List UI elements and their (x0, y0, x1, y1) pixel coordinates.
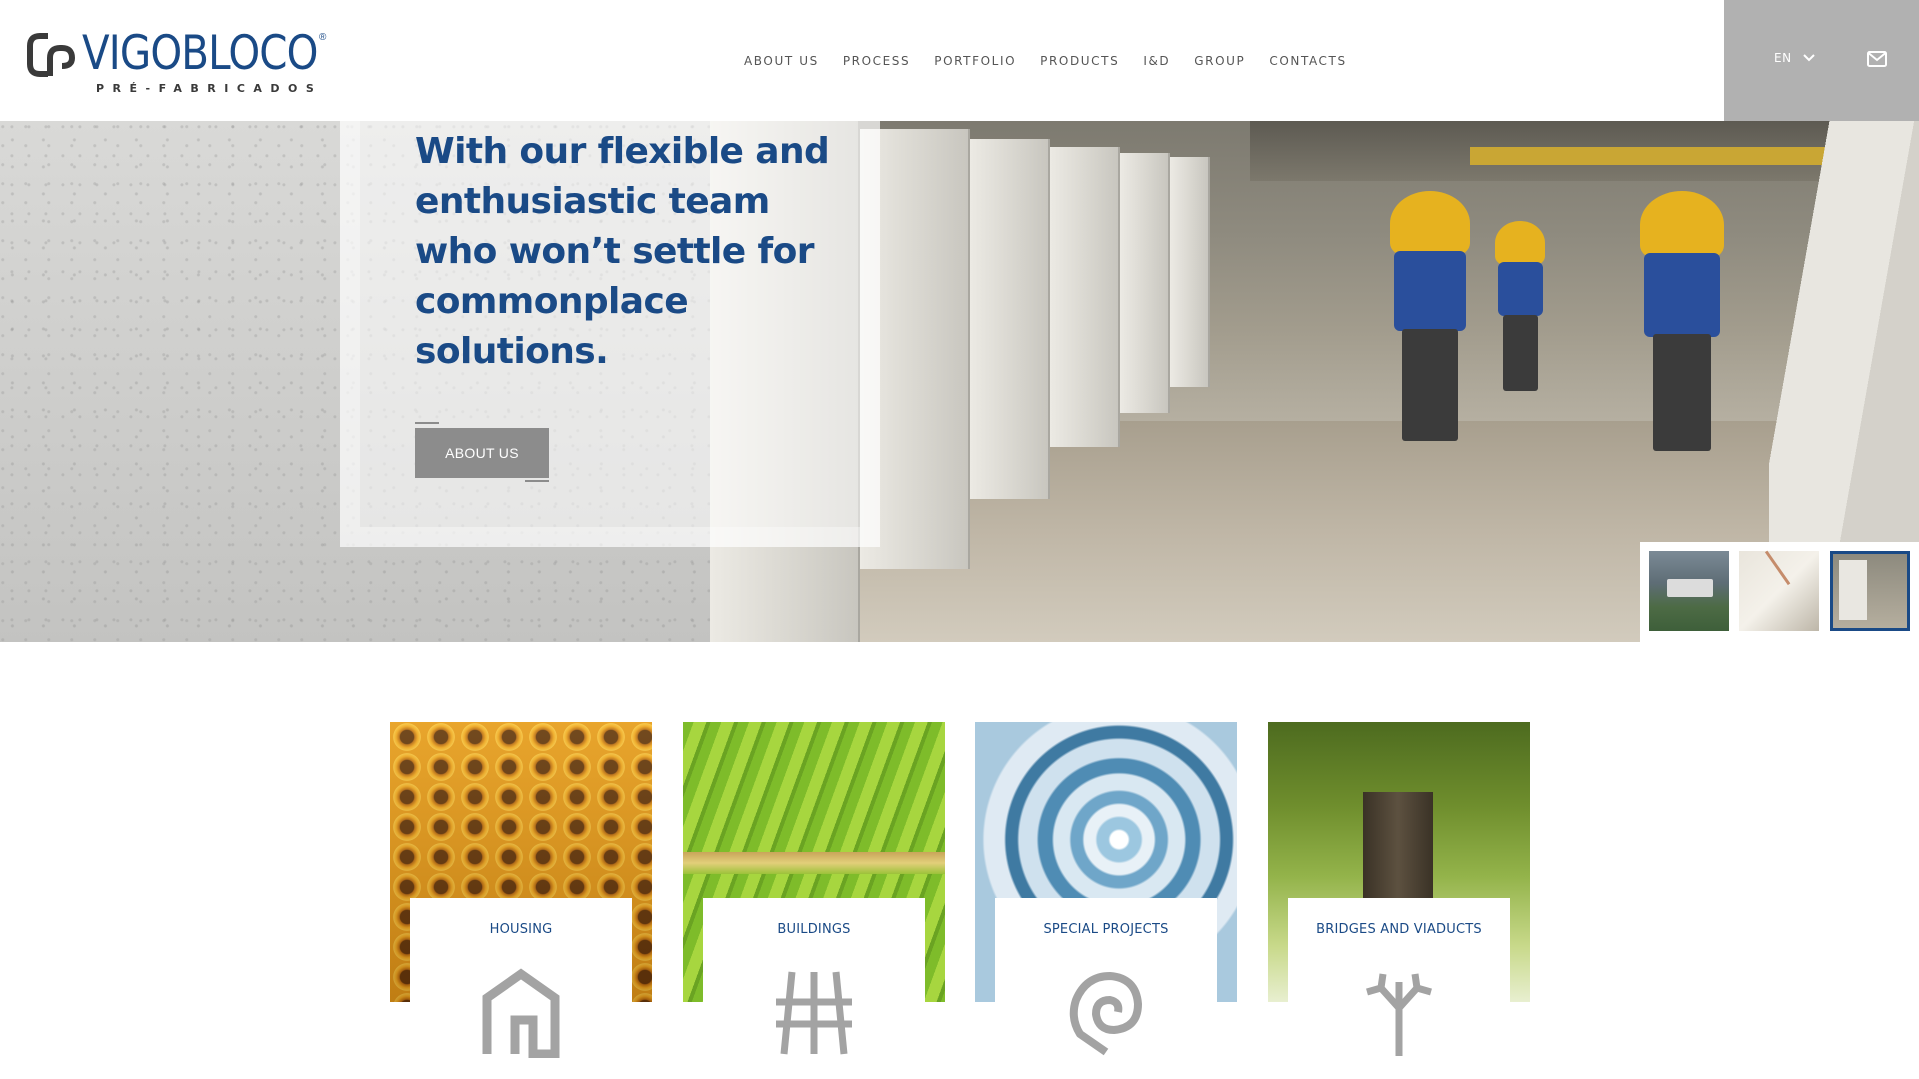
language-selector[interactable]: EN (1774, 51, 1816, 65)
hero-title: With our flexible and enthusiastic team … (415, 131, 830, 372)
vigobloco-logo[interactable]: VIGOBLOCO ® PRÉ-FABRICADOS (26, 26, 336, 96)
category-card-box: BUILDINGS (703, 898, 925, 1079)
nav-item-group[interactable]: GROUP (1194, 54, 1245, 68)
category-label: BRIDGES AND VIADUCTS (1316, 922, 1482, 937)
buildings-icon (776, 971, 852, 1055)
slide-thumbnail-3-active[interactable] (1830, 551, 1910, 631)
site-header: VIGOBLOCO ® PRÉ-FABRICADOS ABOUT US PROC… (0, 0, 1919, 121)
slide-thumbnails (1640, 542, 1919, 642)
nav-item-about-us[interactable]: ABOUT US (744, 54, 819, 68)
worker-figure (1495, 221, 1545, 391)
nav-item-contacts[interactable]: CONTACTS (1269, 54, 1346, 68)
about-us-button[interactable]: ABOUT US (415, 428, 549, 478)
category-label: SPECIAL PROJECTS (1043, 922, 1169, 937)
button-corner-accent (415, 422, 439, 424)
logo-tagline: PRÉ-FABRICADOS (96, 82, 323, 95)
language-label: EN (1774, 51, 1792, 65)
envelope-icon[interactable] (1867, 51, 1887, 67)
category-card-bridges-and-viaducts[interactable]: BRIDGES AND VIADUCTS (1268, 722, 1530, 1079)
chevron-down-icon (1802, 54, 1815, 62)
button-corner-accent (525, 480, 549, 482)
category-card-special-projects[interactable]: SPECIAL PROJECTS (975, 722, 1237, 1079)
worker-figure (1640, 191, 1724, 451)
category-card-box: BRIDGES AND VIADUCTS (1288, 898, 1510, 1079)
house-icon (482, 968, 560, 1058)
category-card-housing[interactable]: HOUSING (390, 722, 652, 1079)
nav-item-i-and-d[interactable]: I&D (1143, 54, 1170, 68)
category-card-buildings[interactable]: BUILDINGS (683, 722, 945, 1079)
nav-item-products[interactable]: PRODUCTS (1040, 54, 1119, 68)
category-label: BUILDINGS (777, 922, 851, 937)
concrete-panel (1050, 147, 1120, 447)
hero-slider: With our flexible and enthusiastic team … (0, 121, 1919, 642)
nav-item-portfolio[interactable]: PORTFOLIO (934, 54, 1016, 68)
registered-mark: ® (319, 32, 327, 43)
utility-bar: EN (1724, 0, 1919, 121)
logo-wordmark: VIGOBLOCO (82, 26, 319, 81)
slide-thumbnail-1[interactable] (1649, 551, 1729, 631)
vigobloco-logo-mark-icon (27, 33, 76, 77)
category-card-box: SPECIAL PROJECTS (995, 898, 1217, 1079)
concrete-panel (1170, 157, 1210, 387)
worker-figure (1390, 191, 1470, 441)
category-card-box: HOUSING (410, 898, 632, 1079)
category-label: HOUSING (489, 922, 553, 937)
slide-thumbnail-2[interactable] (1739, 551, 1819, 631)
spiral-icon (1069, 972, 1142, 1056)
nav-item-process[interactable]: PROCESS (843, 54, 910, 68)
category-cards: HOUSING BUILDINGS SPECIAL PROJECTS BRIDG… (390, 722, 1530, 1079)
main-nav: ABOUT US PROCESS PORTFOLIO PRODUCTS I&D … (744, 54, 1371, 68)
concrete-panel (970, 139, 1050, 499)
concrete-panel (1120, 153, 1170, 413)
tree-icon (1366, 973, 1432, 1056)
